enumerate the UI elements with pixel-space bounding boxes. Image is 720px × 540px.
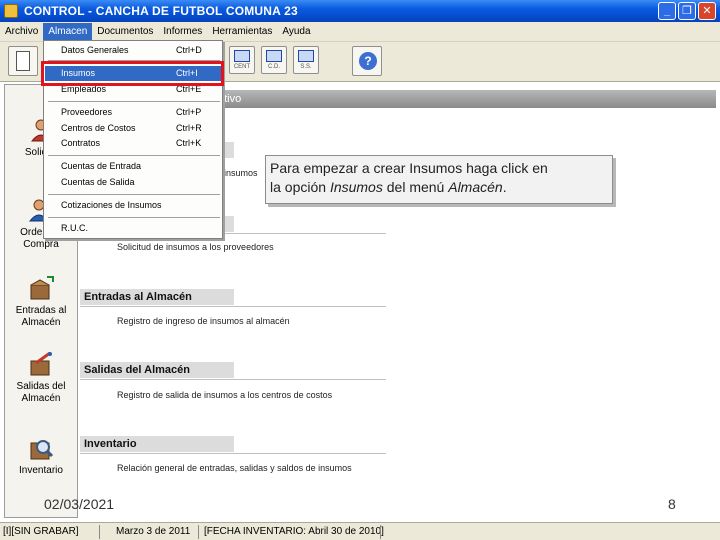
section-divider (80, 306, 386, 307)
menu-informes[interactable]: Informes (158, 23, 207, 41)
menu-separator (48, 101, 220, 102)
close-button[interactable]: ✕ (698, 2, 716, 20)
cent-button[interactable]: CENT (229, 46, 255, 74)
ss-caption: S.S. (300, 64, 312, 70)
ss-button[interactable]: S.S. (293, 46, 319, 74)
tooltip-line2-post: . (502, 179, 507, 195)
menu-item-shortcut: Ctrl+K (176, 138, 202, 148)
section-desc-partial: insumos (224, 168, 258, 178)
sidebar-item-salidas[interactable]: Salidas del Almacén (5, 351, 77, 405)
menu-item-label: Centros de Costos (61, 123, 136, 133)
box-in-icon (30, 276, 54, 300)
section-desc[interactable]: Solicitud de insumos a los proveedores (117, 242, 274, 252)
tooltip-line1: Para empezar a crear Insumos haga click … (270, 160, 548, 176)
section-desc-salidas[interactable]: Registro de salida de insumos a los cent… (117, 390, 332, 400)
footer-date: 02/03/2021 (44, 496, 115, 512)
sidebar-label: Salidas del Almacén (16, 381, 66, 404)
new-document-button[interactable] (8, 46, 38, 76)
status-separator (198, 525, 199, 539)
document-icon (16, 51, 30, 71)
table-icon (266, 50, 282, 62)
sidebar-item-entradas[interactable]: Entradas al Almacén (5, 275, 77, 329)
section-desc-inventario[interactable]: Relación general de entradas, salidas y … (117, 463, 352, 473)
tooltip-line2-pre: la opción (270, 179, 330, 195)
inventory-icon (30, 440, 54, 460)
menu-separator (48, 194, 220, 195)
menu-item-centros-costos[interactable]: Centros de Costos Ctrl+R (45, 121, 221, 136)
menu-item-cuentas-entrada[interactable]: Cuentas de Entrada (45, 159, 221, 174)
sidebar-label: Entradas al Almacén (15, 305, 67, 328)
section-divider (80, 379, 386, 380)
menu-archivo[interactable]: Archivo (0, 23, 43, 41)
menu-item-label: Proveedores (61, 107, 113, 117)
footer-page-number: 8 (668, 496, 676, 512)
sidebar-item-inventario[interactable]: Inventario (5, 435, 77, 477)
menu-item-label: Contratos (61, 138, 101, 148)
status-inventory-date: [FECHA INVENTARIO: Abril 30 de 2010] (204, 526, 384, 537)
menu-item-proveedores[interactable]: Proveedores Ctrl+P (45, 105, 221, 120)
table-icon (298, 50, 314, 62)
menu-item-ruc[interactable]: R.U.C. (45, 221, 221, 236)
status-separator (380, 525, 381, 539)
section-divider (80, 453, 386, 454)
box-out-icon (30, 351, 52, 376)
menu-item-contratos[interactable]: Contratos Ctrl+K (45, 136, 221, 151)
instruction-tooltip: Para empezar a crear Insumos haga click … (265, 155, 613, 204)
menu-bar: Archivo Almacen Documentos Informes Herr… (0, 22, 720, 42)
menu-item-datos-generales[interactable]: Datos Generales Ctrl+D (45, 43, 221, 58)
cd-button[interactable]: C.D. (261, 46, 287, 74)
help-icon: ? (359, 52, 377, 70)
window-controls: _ ❐ ✕ (658, 2, 716, 20)
menu-item-label: R.U.C. (61, 223, 88, 233)
tooltip-line2-mid: del menú (382, 179, 449, 195)
menu-item-shortcut: Ctrl+R (176, 123, 202, 133)
menu-item-label: Cuentas de Salida (61, 177, 135, 187)
title-bar: CONTROL - CANCHA DE FUTBOL COMUNA 23 _ ❐… (0, 0, 720, 22)
app-icon (4, 4, 18, 18)
help-button[interactable]: ? (352, 46, 382, 76)
tooltip-almacen: Almacén (448, 179, 503, 195)
menu-item-label: Cotizaciones de Insumos (61, 200, 162, 210)
menu-herramientas[interactable]: Herramientas (207, 23, 277, 41)
status-date: Marzo 3 de 2011 (116, 526, 191, 537)
section-title-salidas: Salidas del Almacén (80, 362, 234, 378)
cd-caption: C.D. (268, 64, 280, 70)
menu-item-cuentas-salida[interactable]: Cuentas de Salida (45, 175, 221, 190)
cent-caption: CENT (233, 64, 251, 70)
menu-separator (48, 217, 220, 218)
menu-item-label: Datos Generales (61, 45, 129, 55)
restore-button[interactable]: ❐ (678, 2, 696, 20)
section-desc-entradas[interactable]: Registro de ingreso de insumos al almacé… (117, 316, 290, 326)
minimize-button[interactable]: _ (658, 2, 676, 20)
menu-item-shortcut: Ctrl+D (176, 45, 202, 55)
menu-documentos[interactable]: Documentos (92, 23, 158, 41)
menu-separator (48, 155, 220, 156)
status-record-state: [I][SIN GRABAR] (3, 526, 79, 537)
sidebar-label: Inventario (19, 465, 63, 476)
status-bar: [I][SIN GRABAR] Marzo 3 de 2011 [FECHA I… (0, 522, 720, 540)
menu-item-shortcut: Ctrl+P (176, 107, 202, 117)
table-icon (234, 50, 250, 62)
menu-item-cotizaciones[interactable]: Cotizaciones de Insumos (45, 198, 221, 213)
window-title: CONTROL - CANCHA DE FUTBOL COMUNA 23 (24, 4, 298, 18)
menu-almacen[interactable]: Almacen (43, 22, 93, 41)
section-title-entradas: Entradas al Almacén (80, 289, 234, 305)
status-separator (99, 525, 100, 539)
section-title-inventario: Inventario (80, 436, 234, 452)
menu-item-label: Cuentas de Entrada (61, 161, 142, 171)
menu-ayuda[interactable]: Ayuda (277, 23, 315, 41)
insumos-highlight-box (41, 61, 224, 86)
tooltip-insumos: Insumos (329, 179, 383, 195)
